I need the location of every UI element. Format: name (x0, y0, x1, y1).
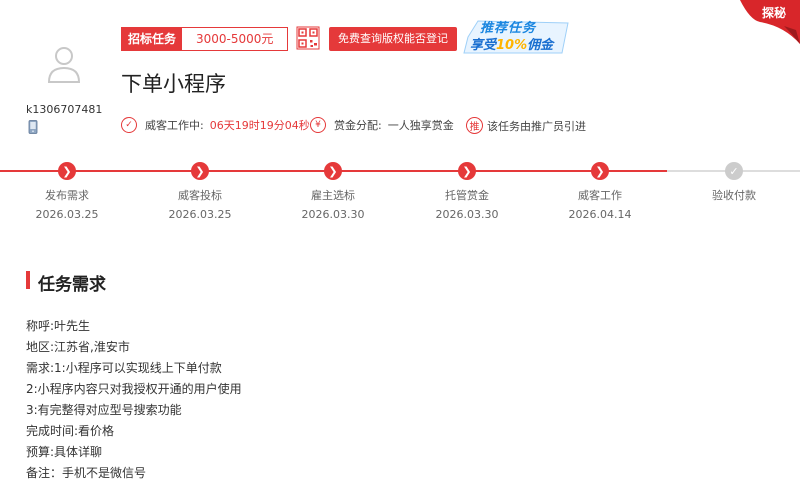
working-countdown: 06天19时19分04秒 (209, 119, 310, 132)
promo-banner[interactable]: 推荐任务 享受10%佣金 (462, 17, 572, 55)
step-label: 威客工作 (578, 189, 622, 202)
requirement-line: 需求:1:小程序可以实现线上下单付款 (26, 361, 222, 375)
chevron-right-icon: ❯ (458, 162, 476, 180)
reward-value: 一人独享赏金 (387, 119, 454, 132)
step-date: 2026.03.30 (301, 208, 365, 221)
requirement-line: 预算:具体详聊 (26, 445, 103, 459)
referral-info: 推 该任务由推广员引进 (466, 117, 586, 134)
step-date: 2026.03.25 (35, 208, 99, 221)
chevron-right-icon: ❯ (591, 162, 609, 180)
referral-icon: 推 (466, 117, 483, 134)
promo-line2-prefix: 享受 (470, 38, 497, 53)
working-label: 威客工作中: (145, 119, 204, 132)
step-label: 托管赏金 (445, 189, 489, 202)
bid-price: 3000-5000元 (182, 28, 288, 50)
working-status: ✓ 威客工作中: 06天19时19分04秒 (121, 117, 310, 133)
reward-distribution: ¥ 赏金分配: 一人独享赏金 (310, 117, 454, 133)
requirement-line: 备注：手机不是微信号 (26, 466, 147, 480)
promo-line2: 享受10%佣金 (470, 34, 553, 53)
promo-percent: 10% (496, 38, 528, 53)
bid-task-tag: 招标任务 (122, 28, 183, 50)
step-acceptance: ✓ 验收付款 (684, 162, 784, 203)
requirement-line: 3:有完整得对应型号搜索功能 (26, 403, 182, 417)
step-label: 威客投标 (178, 189, 222, 202)
phone-verified-icon (28, 120, 38, 134)
check-icon: ✓ (725, 162, 743, 180)
yen-icon: ¥ (310, 117, 326, 133)
chevron-right-icon: ❯ (324, 162, 342, 180)
requirement-line: 地区:江苏省,淮安市 (26, 340, 130, 354)
task-title: 下单小程序 (121, 72, 226, 96)
reward-label: 赏金分配: (334, 119, 382, 132)
step-work: ❯ 威客工作 2026.04.14 (550, 162, 650, 221)
avatar-icon[interactable] (46, 44, 82, 84)
step-date: 2026.04.14 (568, 208, 632, 221)
step-escrow: ❯ 托管赏金 2026.03.30 (417, 162, 517, 221)
requirement-line: 完成时间:看价格 (26, 424, 115, 438)
bid-task-badge: 招标任务 3000-5000元 (121, 27, 289, 51)
qr-code-icon[interactable] (296, 26, 320, 50)
step-label: 雇主选标 (311, 189, 355, 202)
chevron-right-icon: ❯ (191, 162, 209, 180)
step-select: ❯ 雇主选标 2026.03.30 (283, 162, 383, 221)
section-marker (26, 271, 30, 289)
step-label: 验收付款 (712, 189, 756, 202)
corner-badge-text[interactable]: 探秘 (762, 4, 786, 21)
requirement-line: 2:小程序内容只对我授权开通的用户使用 (26, 382, 242, 396)
chevron-right-icon: ❯ (58, 162, 76, 180)
step-bid: ❯ 威客投标 2026.03.25 (150, 162, 250, 221)
copyright-check-label: 免费查询版权能否登记 (338, 32, 448, 45)
step-date: 2026.03.25 (168, 208, 232, 221)
requirements-title: 任务需求 (38, 275, 106, 295)
promo-line2-suffix: 佣金 (527, 38, 554, 53)
step-date: 2026.03.30 (435, 208, 499, 221)
requirement-line: 称呼:叶先生 (26, 319, 91, 333)
step-publish: ❯ 发布需求 2026.03.25 (17, 162, 117, 221)
username[interactable]: k1306707481 (26, 103, 102, 116)
requirements-list: 称呼:叶先生 地区:江苏省,淮安市 需求:1:小程序可以实现线上下单付款 2:小… (26, 316, 242, 484)
check-circle-icon: ✓ (121, 117, 137, 133)
referral-text: 该任务由推广员引进 (487, 119, 586, 133)
step-label: 发布需求 (45, 189, 89, 202)
copyright-check-button[interactable]: 免费查询版权能否登记 (329, 27, 457, 51)
